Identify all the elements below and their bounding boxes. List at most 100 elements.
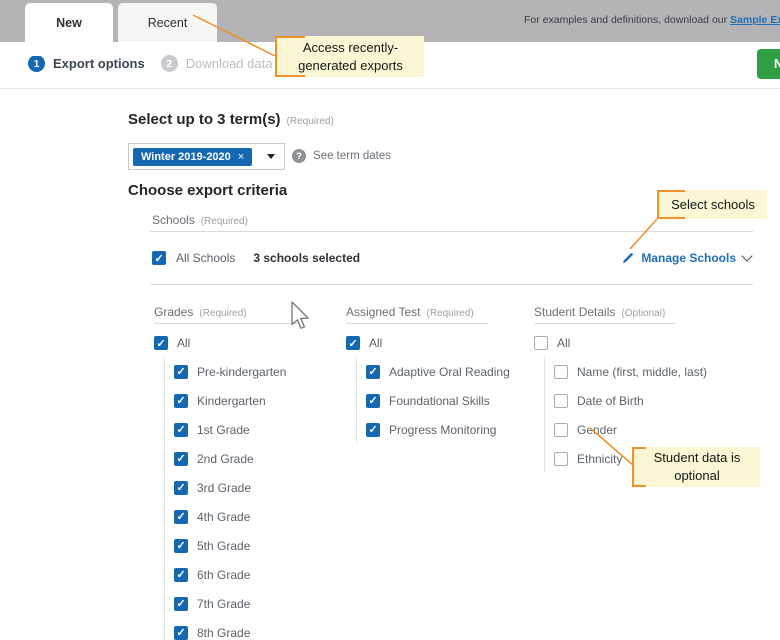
see-term-dates-label: See term dates <box>313 150 391 162</box>
grades-list: Pre-kindergarten Kindergarten 1st Grade … <box>164 357 346 640</box>
grade-label: 8th Grade <box>197 626 250 640</box>
grade-checkbox[interactable] <box>174 365 188 379</box>
grade-checkbox[interactable] <box>174 481 188 495</box>
test-label: Progress Monitoring <box>389 423 496 437</box>
student-details-all-row: All <box>534 336 754 350</box>
list-item: Kindergarten <box>174 386 346 415</box>
remove-term-icon[interactable]: × <box>238 151 244 163</box>
assigned-test-all-checkbox[interactable] <box>346 336 360 350</box>
question-mark-icon[interactable]: ? <box>292 149 306 163</box>
pencil-icon <box>622 252 634 264</box>
grade-checkbox[interactable] <box>174 539 188 553</box>
grade-label: 1st Grade <box>197 423 250 437</box>
detail-checkbox[interactable] <box>554 423 568 437</box>
help-text: For examples and definitions, download o… <box>524 14 780 26</box>
detail-label: Gender <box>577 423 617 437</box>
student-details-optional-qualifier: (Optional) <box>621 308 665 319</box>
grade-label: Kindergarten <box>197 394 266 408</box>
tab-recent[interactable]: Recent <box>118 3 217 42</box>
all-schools-checkbox[interactable] <box>152 251 166 265</box>
callout-text-line: Select schools <box>671 196 755 214</box>
manage-schools-label: Manage Schools <box>641 251 736 265</box>
student-details-all-checkbox[interactable] <box>534 336 548 350</box>
list-item: Pre-kindergarten <box>174 357 346 386</box>
grade-label: 5th Grade <box>197 539 250 553</box>
list-item: 3rd Grade <box>174 473 346 502</box>
test-label: Adaptive Oral Reading <box>389 365 510 379</box>
grade-label: 4th Grade <box>197 510 250 524</box>
test-checkbox[interactable] <box>366 423 380 437</box>
test-checkbox[interactable] <box>366 394 380 408</box>
schools-selected-count: 3 schools selected <box>253 251 360 265</box>
callout-text-line: generated exports <box>298 57 403 75</box>
grade-label: 3rd Grade <box>197 481 251 495</box>
student-details-label: Student Details <box>534 305 615 319</box>
grade-label: 2nd Grade <box>197 452 254 466</box>
detail-label: Name (first, middle, last) <box>577 365 707 379</box>
list-item: Adaptive Oral Reading <box>366 357 534 386</box>
detail-checkbox[interactable] <box>554 452 568 466</box>
criteria-heading: Choose export criteria <box>128 182 287 199</box>
list-item: Date of Birth <box>554 386 754 415</box>
term-select[interactable]: Winter 2019-2020 × <box>128 143 285 170</box>
grade-checkbox[interactable] <box>174 510 188 524</box>
grade-checkbox[interactable] <box>174 394 188 408</box>
student-details-header: Student Details (Optional) <box>534 300 675 324</box>
grades-all-checkbox[interactable] <box>154 336 168 350</box>
detail-checkbox[interactable] <box>554 365 568 379</box>
schools-label: Schools <box>152 213 195 227</box>
selected-term-chip: Winter 2019-2020 × <box>133 148 252 166</box>
student-details-all-label: All <box>557 336 570 350</box>
header-divider <box>0 88 780 89</box>
see-term-dates[interactable]: ? See term dates <box>292 149 391 163</box>
grade-checkbox[interactable] <box>174 568 188 582</box>
callout-student-data-optional: Student data is optional <box>632 447 760 487</box>
grade-label: 7th Grade <box>197 597 250 611</box>
step-2-badge: 2 <box>161 55 178 72</box>
assigned-test-header: Assigned Test (Required) <box>346 300 488 324</box>
list-item: Name (first, middle, last) <box>554 357 754 386</box>
grade-checkbox[interactable] <box>174 597 188 611</box>
detail-label: Ethnicity <box>577 452 622 466</box>
callout-recent-exports: Access recently- generated exports <box>275 36 424 77</box>
test-checkbox[interactable] <box>366 365 380 379</box>
test-label: Foundational Skills <box>389 394 490 408</box>
assigned-test-list: Adaptive Oral Reading Foundational Skill… <box>356 357 534 444</box>
help-text-static: For examples and definitions, download o… <box>524 14 727 26</box>
grades-label: Grades <box>154 305 193 319</box>
export-wizard-page: New Recent For examples and definitions,… <box>0 0 780 640</box>
all-schools-group: All Schools 3 schools selected <box>152 251 360 265</box>
list-item: Progress Monitoring <box>366 415 534 444</box>
grades-all-label: All <box>177 336 190 350</box>
grades-column: Grades (Required) All Pre-kindergarten Ki… <box>154 300 346 640</box>
grade-checkbox[interactable] <box>174 452 188 466</box>
list-item: Gender <box>554 415 754 444</box>
list-item: 4th Grade <box>174 502 346 531</box>
grades-all-row: All <box>154 336 346 350</box>
step-export-options[interactable]: 1 Export options <box>28 55 145 72</box>
detail-checkbox[interactable] <box>554 394 568 408</box>
manage-schools-button[interactable]: Manage Schools <box>622 251 751 265</box>
callout-text-line: Student data is <box>654 449 741 467</box>
dropdown-caret-icon[interactable] <box>267 154 275 159</box>
selected-term-label: Winter 2019-2020 <box>141 151 231 163</box>
list-item: 6th Grade <box>174 560 346 589</box>
wizard-stepper: 1 Export options 2 Download data <box>28 55 272 72</box>
grade-checkbox[interactable] <box>174 626 188 640</box>
grade-label: Pre-kindergarten <box>197 365 286 379</box>
terms-heading: Select up to 3 term(s)(Required) <box>128 111 334 128</box>
sample-export-link[interactable]: Sample Export <box>730 14 780 26</box>
assigned-test-required-qualifier: (Required) <box>427 308 474 319</box>
next-button[interactable]: N <box>757 49 780 79</box>
callout-text-line: optional <box>674 467 720 485</box>
step-1-badge: 1 <box>28 55 45 72</box>
list-item: 7th Grade <box>174 589 346 618</box>
tab-new[interactable]: New <box>25 3 113 56</box>
list-item: Foundational Skills <box>366 386 534 415</box>
grades-header: Grades (Required) <box>154 300 302 324</box>
assigned-test-label: Assigned Test <box>346 305 421 319</box>
grades-required-qualifier: (Required) <box>199 308 246 319</box>
list-item: 1st Grade <box>174 415 346 444</box>
all-schools-label: All Schools <box>176 251 235 265</box>
grade-checkbox[interactable] <box>174 423 188 437</box>
